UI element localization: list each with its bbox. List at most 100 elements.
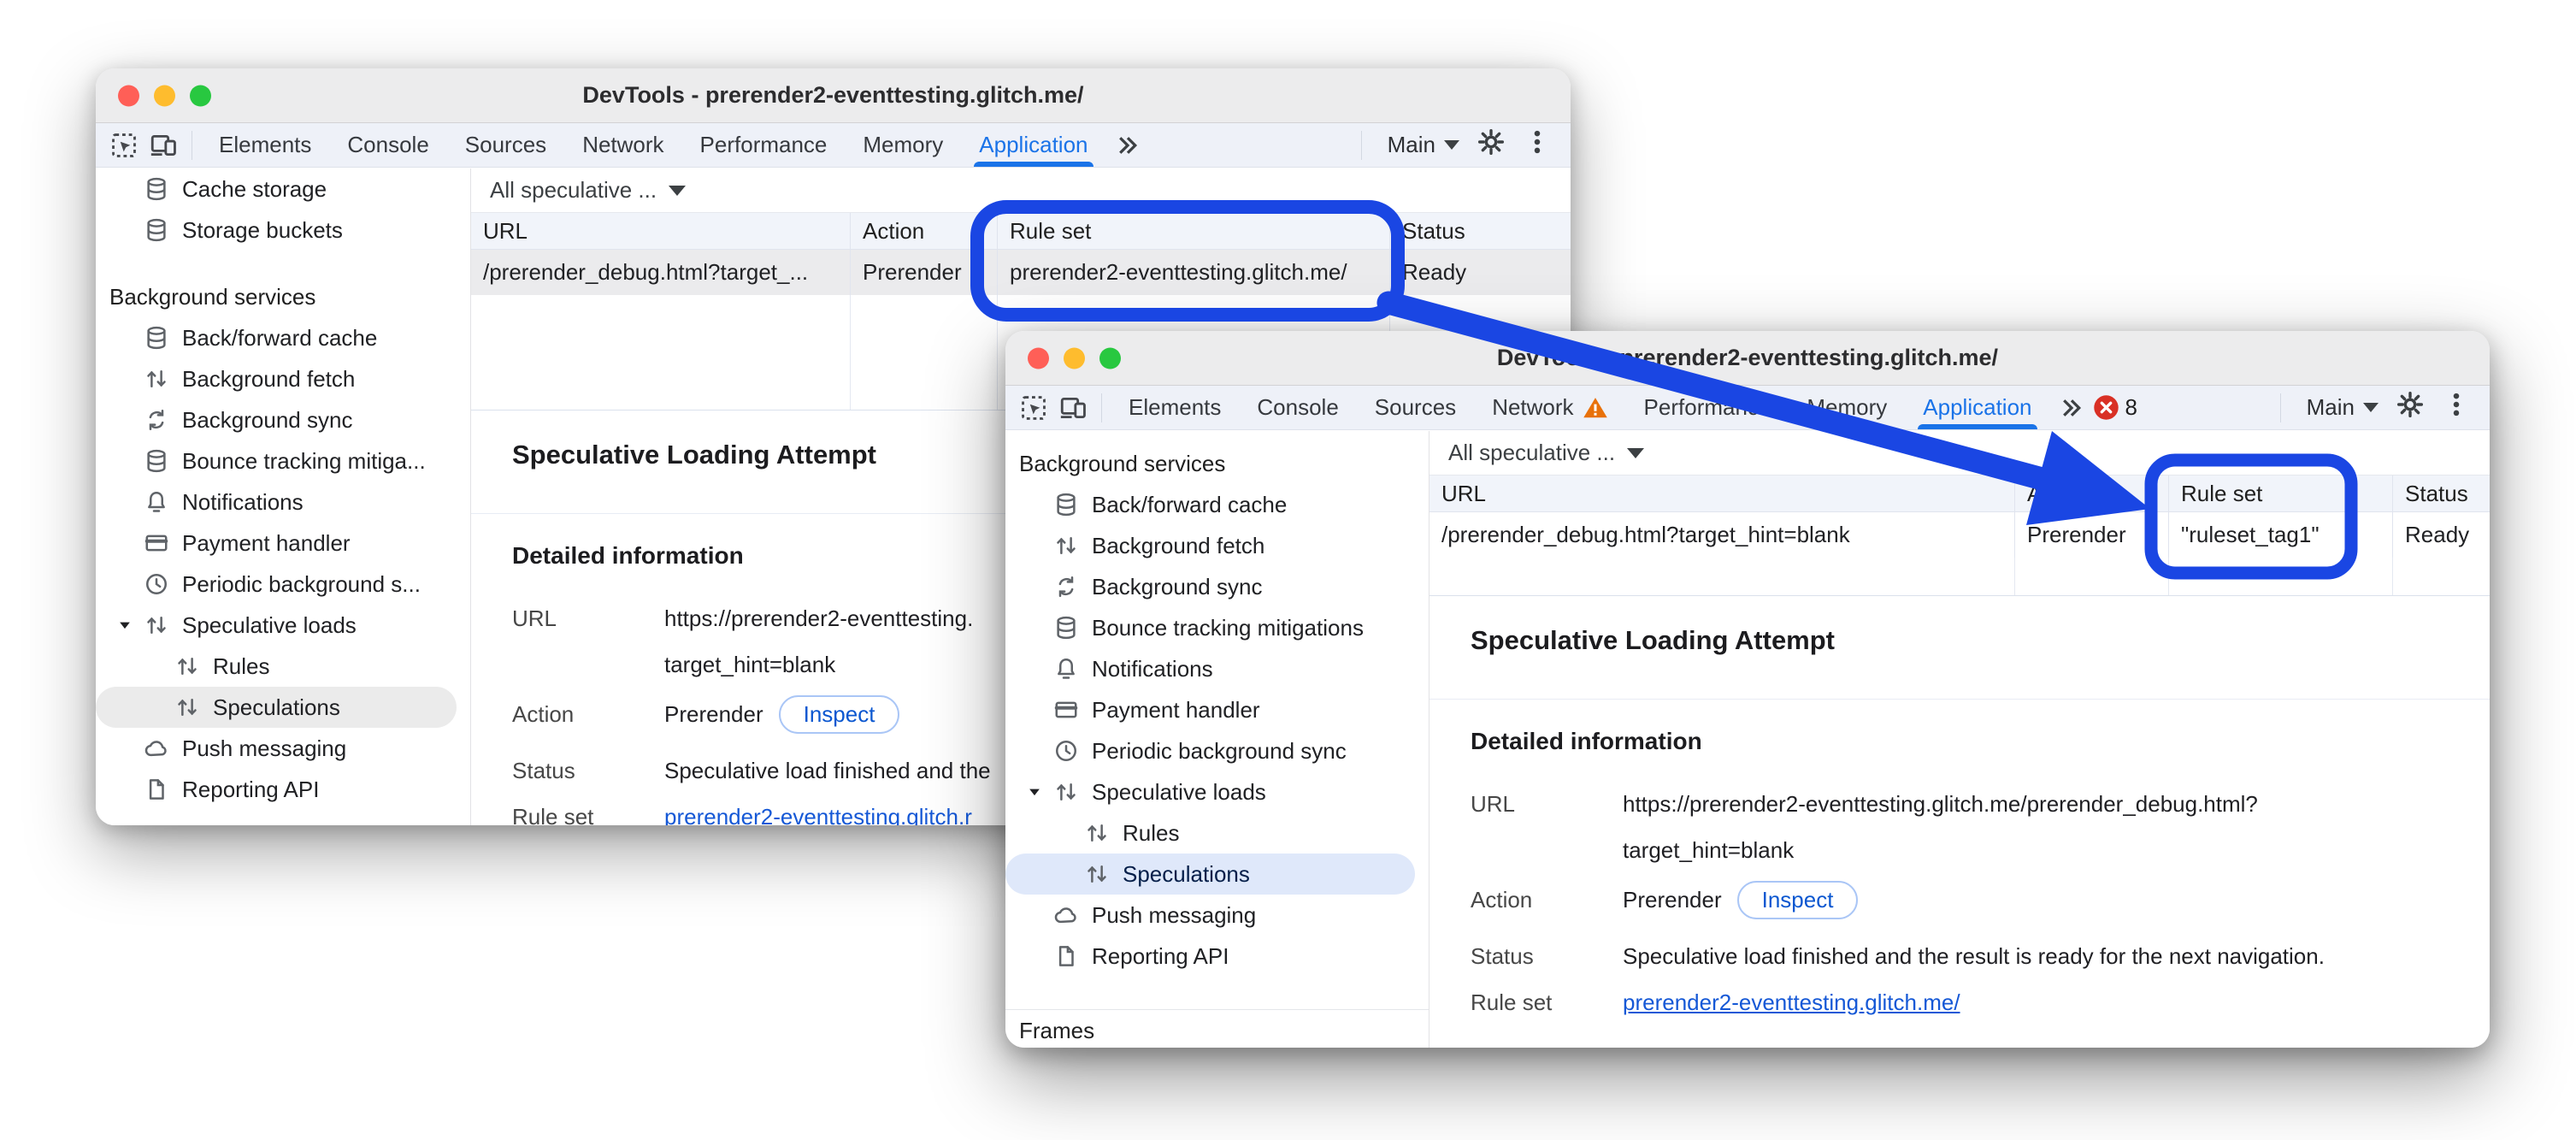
sidebar-item-back-forward-cache[interactable]: Back/forward cache — [1005, 484, 1429, 525]
row-cell-2[interactable]: prerender2-eventtesting.glitch.me/ — [997, 250, 1389, 295]
tab-elements[interactable]: Elements — [1111, 386, 1239, 429]
device-toolbar-button[interactable] — [1053, 389, 1093, 427]
sidebar-item-reporting-api[interactable]: Reporting API — [1005, 936, 1429, 977]
minimize-button[interactable] — [154, 85, 175, 106]
cloud-icon — [1053, 902, 1079, 928]
filter-dropdown[interactable]: All speculative ... — [490, 177, 657, 204]
minimize-button[interactable] — [1064, 347, 1085, 369]
table-row[interactable]: /prerender_debug.html?target_hint=blankP… — [1429, 512, 2490, 558]
customize-devtools-button[interactable] — [2442, 390, 2471, 425]
clock-icon — [1053, 738, 1079, 764]
inspect-button[interactable]: Inspect — [1737, 881, 1859, 919]
sidebar-item-background-sync[interactable]: Background sync — [1005, 566, 1429, 607]
detail-section-title: Detailed information — [512, 542, 744, 570]
tab-elements[interactable]: Elements — [201, 123, 329, 167]
row-cell-3[interactable]: Ready — [2392, 512, 2489, 558]
column-header-action: Action — [2014, 475, 2168, 511]
zoom-button[interactable] — [1099, 347, 1121, 369]
context-label: Main — [1388, 132, 1435, 158]
zoom-button[interactable] — [190, 85, 211, 106]
tab-label: Application — [979, 132, 1088, 158]
row-cell-1[interactable]: Prerender — [850, 250, 997, 295]
sidebar-item-periodic-background-s[interactable]: Periodic background s... — [96, 564, 470, 605]
close-button[interactable] — [1028, 347, 1049, 369]
tab-memory[interactable]: Memory — [845, 123, 961, 167]
tab-label: Application — [1923, 394, 2031, 421]
window-title: DevTools - prerender2-eventtesting.glitc… — [582, 82, 1083, 109]
row-cell-3[interactable]: Ready — [1389, 250, 1570, 295]
tab-sources[interactable]: Sources — [1357, 386, 1474, 429]
sidebar-item-rules[interactable]: Rules — [96, 646, 470, 687]
close-button[interactable] — [118, 85, 139, 106]
sidebar-item-notifications[interactable]: Notifications — [1005, 648, 1429, 689]
table-row[interactable]: /prerender_debug.html?target_...Prerende… — [471, 250, 1571, 295]
tab-console[interactable]: Console — [1239, 386, 1356, 429]
sidebar-item-notifications[interactable]: Notifications — [96, 481, 470, 523]
more-tabs-button[interactable] — [1106, 133, 1149, 158]
tab-network[interactable]: Network — [1474, 386, 1625, 429]
gear-icon — [1477, 127, 1506, 157]
sidebar-item-periodic-background-sync[interactable]: Periodic background sync — [1005, 730, 1429, 771]
sidebar-item-push-messaging[interactable]: Push messaging — [96, 728, 470, 769]
sidebar-item-background-fetch[interactable]: Background fetch — [96, 358, 470, 399]
devtools-tabbar: ElementsConsoleSourcesNetworkPerformance… — [1005, 386, 2490, 430]
context-selector[interactable]: Main — [1388, 132, 1459, 158]
row-cell-1[interactable]: Prerender — [2014, 512, 2168, 558]
settings-button[interactable] — [1477, 127, 1506, 162]
sidebar-item-bounce-tracking-mitiga[interactable]: Bounce tracking mitiga... — [96, 440, 470, 481]
more-tabs-button[interactable] — [2050, 395, 2093, 421]
tab-sources[interactable]: Sources — [447, 123, 564, 167]
sidebar-item-reporting-api[interactable]: Reporting API — [96, 769, 470, 810]
sidebar-item-background-fetch[interactable]: Background fetch — [1005, 525, 1429, 566]
sidebar-item-payment-handler[interactable]: Payment handler — [96, 523, 470, 564]
titlebar[interactable]: DevTools - prerender2-eventtesting.glitc… — [1005, 331, 2490, 386]
sidebar-item-rules[interactable]: Rules — [1005, 812, 1429, 854]
tab-performance[interactable]: Performance — [682, 123, 846, 167]
sidebar-item-speculative-loads[interactable]: Speculative loads — [96, 605, 470, 646]
tab-performance[interactable]: Performance — [1626, 386, 1789, 429]
sidebar-item-storage-buckets[interactable]: Storage buckets — [96, 210, 470, 251]
updown-arrows-icon — [144, 366, 169, 392]
sidebar-item-push-messaging[interactable]: Push messaging — [1005, 895, 1429, 936]
sidebar-item-back-forward-cache[interactable]: Back/forward cache — [96, 317, 470, 358]
divider — [1101, 393, 1102, 422]
sidebar-item-speculations[interactable]: Speculations — [1005, 854, 1415, 895]
sidebar-item-speculative-loads[interactable]: Speculative loads — [1005, 771, 1429, 812]
titlebar[interactable]: DevTools - prerender2-eventtesting.glitc… — [96, 68, 1571, 123]
console-error-counter[interactable]: 8 — [2093, 394, 2137, 421]
settings-button[interactable] — [2396, 390, 2425, 425]
sidebar-item-background-sync[interactable]: Background sync — [96, 399, 470, 440]
inspect-element-button[interactable] — [1014, 389, 1053, 427]
tree-expander-icon[interactable] — [116, 617, 133, 634]
tree-expander-icon[interactable] — [1026, 783, 1043, 800]
customize-devtools-button[interactable] — [1523, 127, 1552, 162]
sidebar-item-bounce-tracking-mitigations[interactable]: Bounce tracking mitigations — [1005, 607, 1429, 648]
inspect-button[interactable]: Inspect — [779, 695, 900, 734]
sidebar-item-cache-storage[interactable]: Cache storage — [96, 168, 470, 210]
row-cell-0[interactable]: /prerender_debug.html?target_hint=blank — [1429, 512, 2014, 558]
context-label: Main — [2307, 394, 2355, 421]
tab-application[interactable]: Application — [1905, 386, 2049, 429]
ruleset-link[interactable]: prerender2-eventtesting.glitch.r — [664, 804, 972, 826]
context-selector[interactable]: Main — [2307, 394, 2379, 421]
tab-network[interactable]: Network — [564, 123, 681, 167]
inspect-element-button[interactable] — [104, 127, 144, 164]
action-value: Prerender — [1623, 887, 1722, 913]
sync-icon — [144, 407, 169, 433]
devtools-window-front: DevTools - prerender2-eventtesting.glitc… — [1005, 331, 2490, 1048]
row-cell-2[interactable]: "ruleset_tag1" — [2168, 512, 2392, 558]
device-toolbar-button[interactable] — [144, 127, 183, 164]
sidebar-item-payment-handler[interactable]: Payment handler — [1005, 689, 1429, 730]
tab-memory[interactable]: Memory — [1789, 386, 1905, 429]
tab-application[interactable]: Application — [961, 123, 1105, 167]
sidebar-item-label: Payment handler — [1092, 697, 1260, 724]
row-cell-0[interactable]: /prerender_debug.html?target_... — [471, 250, 850, 295]
filter-dropdown[interactable]: All speculative ... — [1448, 440, 1615, 466]
chevron-down-icon — [1627, 448, 1644, 458]
error-count: 8 — [2125, 394, 2137, 421]
tab-console[interactable]: Console — [329, 123, 446, 167]
ruleset-link[interactable]: prerender2-eventtesting.glitch.me/ — [1623, 989, 1960, 1016]
sidebar-item-speculations[interactable]: Speculations — [96, 687, 457, 728]
kebab-menu-icon — [2442, 390, 2471, 419]
sidebar-item-label: Push messaging — [1092, 902, 1256, 929]
